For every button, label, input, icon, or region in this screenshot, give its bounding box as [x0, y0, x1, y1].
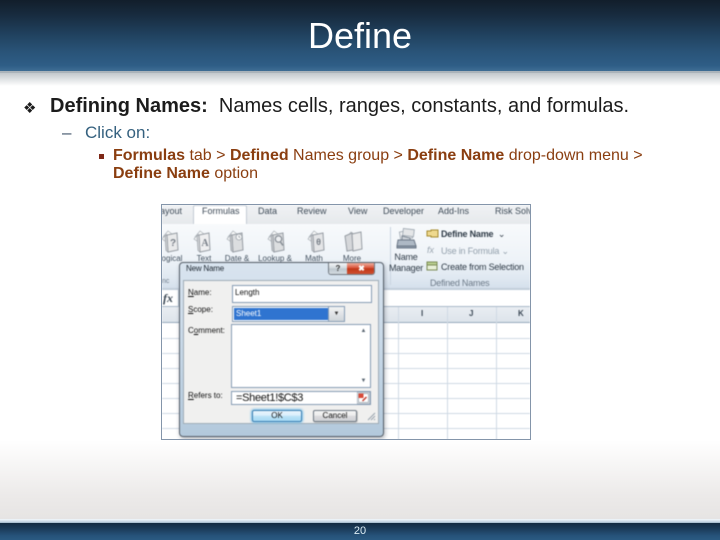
svg-text:?: ? — [170, 238, 176, 249]
svg-text:A: A — [201, 238, 209, 249]
svg-text:fx: fx — [427, 245, 435, 255]
svg-text:θ: θ — [316, 237, 321, 247]
